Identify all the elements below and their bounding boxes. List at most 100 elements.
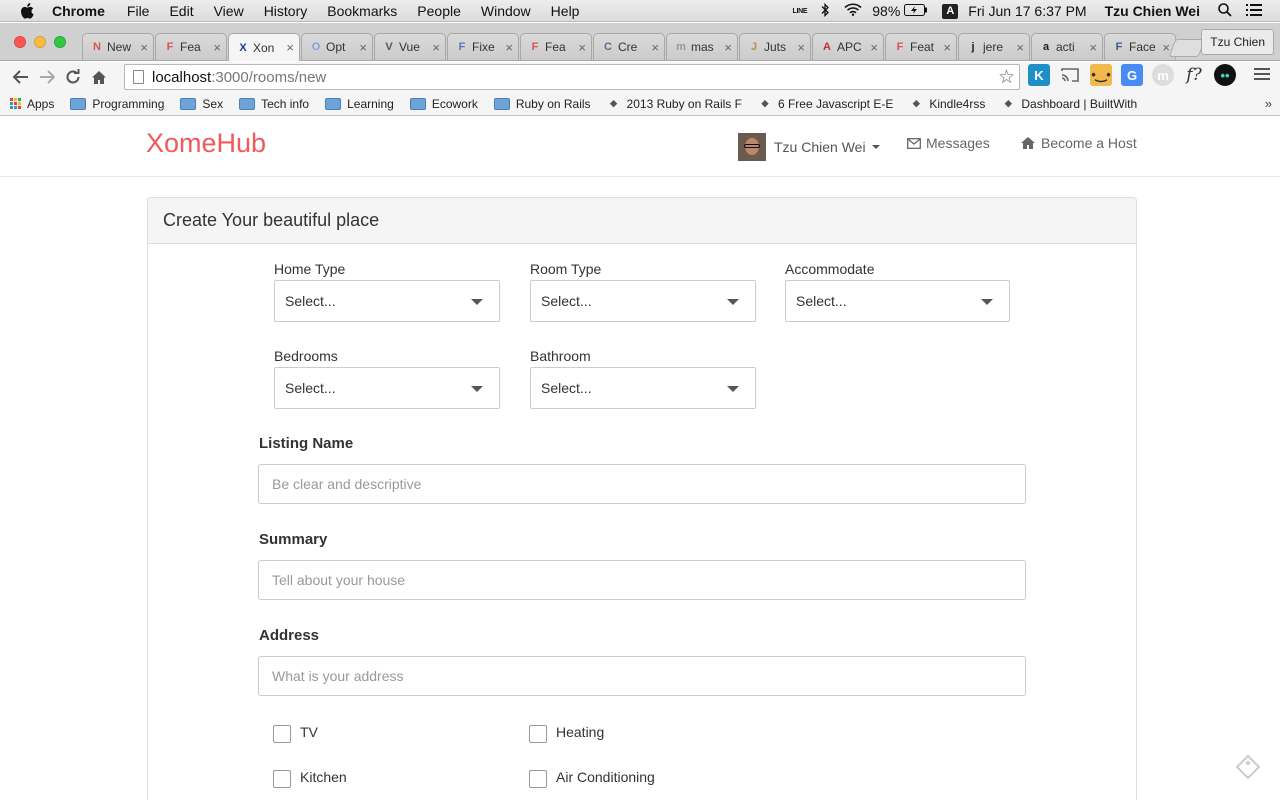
- browser-tab[interactable]: a acti ×: [1031, 33, 1103, 60]
- bookmark-item[interactable]: Ruby on Rails: [493, 97, 591, 111]
- close-tab-icon[interactable]: ×: [1089, 40, 1097, 55]
- menu-bookmarks[interactable]: Bookmarks: [327, 3, 397, 19]
- bookmark-star-icon[interactable]: ☆: [998, 66, 1015, 89]
- input-source-icon[interactable]: A: [942, 3, 959, 19]
- forward-button[interactable]: [34, 64, 60, 90]
- amenity-heating[interactable]: Heating: [529, 721, 604, 743]
- bookmark-item[interactable]: Tech info: [239, 97, 309, 111]
- menubar-datetime[interactable]: Fri Jun 17 6:37 PM: [968, 3, 1086, 19]
- bedrooms-select[interactable]: Select...: [274, 367, 500, 409]
- bookmark-item[interactable]: ◆ 2013 Ruby on Rails F: [607, 97, 742, 111]
- bathroom-select[interactable]: Select...: [530, 367, 756, 409]
- notification-center-icon[interactable]: [1246, 3, 1262, 19]
- battery-icon[interactable]: [904, 3, 928, 19]
- cast-icon[interactable]: [1059, 64, 1081, 86]
- browser-tab[interactable]: V Vue ×: [374, 33, 446, 60]
- menu-view[interactable]: View: [214, 3, 244, 19]
- wifi-icon[interactable]: [844, 3, 862, 19]
- font-extension-icon[interactable]: f?: [1183, 64, 1205, 86]
- bookmark-item[interactable]: Apps: [10, 97, 54, 111]
- user-dropdown[interactable]: Tzu Chien Wei: [738, 133, 880, 161]
- menu-people[interactable]: People: [417, 3, 461, 19]
- browser-tab[interactable]: A APC ×: [812, 33, 884, 60]
- room-type-select[interactable]: Select...: [530, 280, 756, 322]
- close-tab-icon[interactable]: ×: [870, 40, 878, 55]
- close-tab-icon[interactable]: ×: [578, 40, 586, 55]
- browser-tab[interactable]: m mas ×: [666, 33, 738, 60]
- tv-checkbox[interactable]: [273, 725, 291, 743]
- listing-name-input[interactable]: Be clear and descriptive: [258, 464, 1026, 504]
- browser-tab[interactable]: F Fea ×: [520, 33, 592, 60]
- close-tab-icon[interactable]: ×: [724, 40, 732, 55]
- address-input[interactable]: What is your address: [258, 656, 1026, 696]
- browser-tab[interactable]: F Fixe ×: [447, 33, 519, 60]
- menu-app-chrome[interactable]: Chrome: [52, 3, 105, 19]
- site-brand-logo[interactable]: XomeHub: [146, 128, 266, 159]
- menubar-user[interactable]: Tzu Chien Wei: [1105, 3, 1200, 19]
- browser-tab[interactable]: X Xon ×: [228, 33, 300, 61]
- close-tab-icon[interactable]: ×: [140, 40, 148, 55]
- new-tab-button[interactable]: [1168, 39, 1206, 57]
- browser-tab[interactable]: J Juts ×: [739, 33, 811, 60]
- browser-tab[interactable]: F Fea ×: [155, 33, 227, 60]
- menu-help[interactable]: Help: [551, 3, 580, 19]
- smiley-extension-icon[interactable]: •‿•: [1090, 64, 1112, 86]
- spotlight-search-icon[interactable]: [1218, 2, 1232, 20]
- close-tab-icon[interactable]: ×: [943, 40, 951, 55]
- home-button[interactable]: [86, 64, 112, 90]
- close-tab-icon[interactable]: ×: [213, 40, 221, 55]
- ghost-extension-icon[interactable]: ••: [1214, 64, 1236, 86]
- summary-input[interactable]: Tell about your house: [258, 560, 1026, 600]
- close-tab-icon[interactable]: ×: [1162, 40, 1170, 55]
- line-icon[interactable]: LINE: [793, 8, 808, 15]
- bookmark-item[interactable]: Ecowork: [409, 97, 478, 111]
- bookmark-item[interactable]: Programming: [70, 97, 164, 111]
- more-bookmarks-icon[interactable]: »: [1265, 96, 1272, 111]
- browser-tab[interactable]: C Cre ×: [593, 33, 665, 60]
- close-tab-icon[interactable]: ×: [432, 40, 440, 55]
- bookmark-item[interactable]: Learning: [325, 97, 394, 111]
- reload-button[interactable]: [60, 64, 86, 90]
- back-button[interactable]: [8, 64, 34, 90]
- messages-link[interactable]: Messages: [907, 135, 990, 151]
- close-tab-icon[interactable]: ×: [286, 40, 294, 55]
- home-type-select[interactable]: Select...: [274, 280, 500, 322]
- menu-history[interactable]: History: [264, 3, 308, 19]
- kindle-extension-icon[interactable]: K: [1028, 64, 1050, 86]
- bookmark-item[interactable]: ◆ Dashboard | BuiltWith: [1001, 97, 1137, 111]
- minimize-window-button[interactable]: [34, 36, 46, 48]
- bookmark-item[interactable]: ◆ Kindle4rss: [909, 97, 986, 111]
- address-bar[interactable]: localhost:3000/rooms/new ☆: [124, 64, 1020, 90]
- heating-checkbox[interactable]: [529, 725, 547, 743]
- bluetooth-icon[interactable]: [821, 2, 830, 20]
- browser-tab[interactable]: O Opt ×: [301, 33, 373, 60]
- amenity-air-conditioning[interactable]: Air Conditioning: [529, 766, 655, 788]
- browser-tab[interactable]: F Face ×: [1104, 33, 1176, 60]
- floating-tag-icon[interactable]: [1236, 755, 1260, 779]
- translate-icon[interactable]: G: [1121, 64, 1143, 86]
- chrome-menu-icon[interactable]: [1254, 68, 1270, 83]
- browser-tab[interactable]: j jere ×: [958, 33, 1030, 60]
- profile-button[interactable]: Tzu Chien: [1201, 29, 1274, 55]
- browser-tab[interactable]: F Feat ×: [885, 33, 957, 60]
- kitchen-checkbox[interactable]: [273, 770, 291, 788]
- close-tab-icon[interactable]: ×: [505, 40, 513, 55]
- close-tab-icon[interactable]: ×: [797, 40, 805, 55]
- menu-file[interactable]: File: [127, 3, 150, 19]
- bookmark-item[interactable]: ◆ 6 Free Javascript E-E: [758, 97, 893, 111]
- browser-tab[interactable]: N New ×: [82, 33, 154, 60]
- close-tab-icon[interactable]: ×: [1016, 40, 1024, 55]
- menu-window[interactable]: Window: [481, 3, 531, 19]
- close-tab-icon[interactable]: ×: [651, 40, 659, 55]
- zoom-window-button[interactable]: [54, 36, 66, 48]
- apple-icon[interactable]: [20, 2, 38, 19]
- amenity-kitchen[interactable]: Kitchen: [273, 766, 347, 788]
- become-host-link[interactable]: Become a Host: [1020, 135, 1137, 151]
- air-conditioning-checkbox[interactable]: [529, 770, 547, 788]
- close-window-button[interactable]: [14, 36, 26, 48]
- bookmark-item[interactable]: Sex: [180, 97, 223, 111]
- close-tab-icon[interactable]: ×: [359, 40, 367, 55]
- menu-edit[interactable]: Edit: [169, 3, 193, 19]
- amenity-tv[interactable]: TV: [273, 721, 318, 743]
- m-extension-icon[interactable]: m: [1152, 64, 1174, 86]
